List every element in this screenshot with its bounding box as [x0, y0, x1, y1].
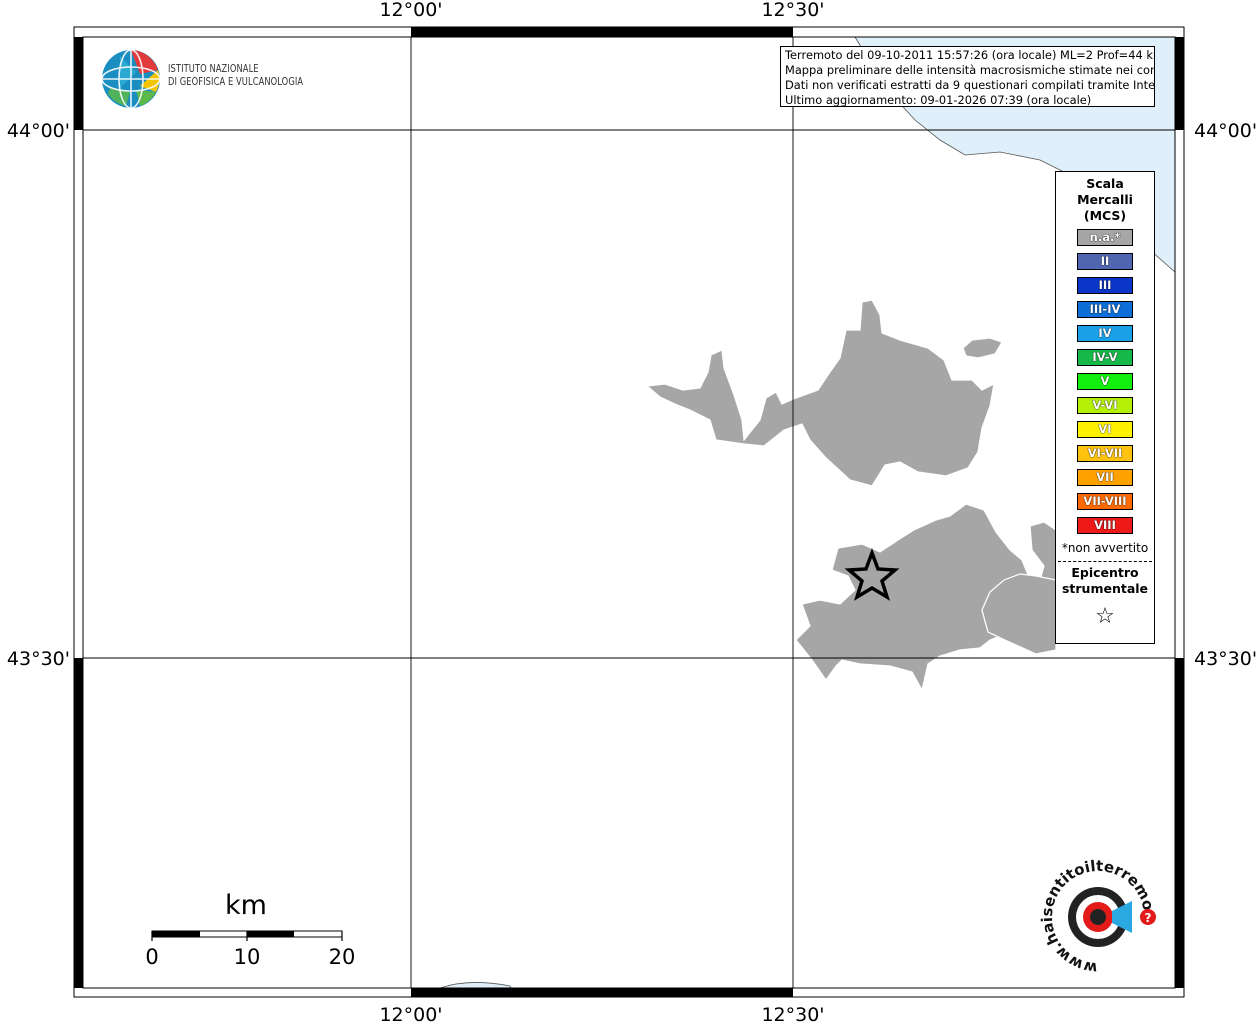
legend-item-iv: IV: [1077, 325, 1133, 342]
legend-item-v: V: [1077, 373, 1133, 390]
legend-item-ii: II: [1077, 253, 1133, 270]
legend-item-v-vi: V-VI: [1077, 397, 1133, 414]
legend-divider: [1058, 561, 1152, 562]
lon-tick-label-top-1: 12°00': [379, 0, 442, 21]
ingv-globe-icon: [101, 49, 161, 109]
ingv-name: ISTITUTO NAZIONALE DI GEOFISICA E VULCAN…: [168, 63, 303, 89]
legend-item-vii: VII: [1077, 469, 1133, 486]
event-info-line-1: Terremoto del 09-10-2011 15:57:26 (ora l…: [785, 48, 1155, 62]
lat-tick-label-left-1: 44°00': [7, 120, 70, 142]
legend-note: *non avvertito: [1061, 541, 1149, 555]
lon-tick-label-top-2: 12°30': [761, 0, 824, 21]
haisentito-logo: www.haisentitoilterremoto.it ?: [1031, 841, 1161, 980]
lon-tick-label-bottom-1: 12°00': [379, 1004, 442, 1024]
legend-epicenter-label: Epicentro strumentale: [1061, 565, 1149, 596]
graticule: [83, 37, 1175, 988]
legend-items: n.a.* II III III-IV IV IV-V V V-VI VI VI-VII VII VI…: [1056, 229, 1154, 534]
event-info-line-3: Dati non verificati estratti da 9 questi…: [785, 78, 1155, 92]
legend-item-na: n.a.*: [1077, 229, 1133, 246]
scale-unit: km: [225, 890, 267, 921]
ingv-logo: ISTITUTO NAZIONALE DI GEOFISICA E VULCAN…: [100, 48, 320, 110]
event-info-line-4: Ultimo aggiornamento: 09-01-2026 07:39 (…: [785, 93, 1092, 107]
mcs-legend: Scala Mercalli (MCS) n.a.* II III III-IV IV I…: [1055, 171, 1155, 644]
scale-bar: km 0 10 20: [145, 890, 355, 969]
map-frame: [73, 26, 1185, 998]
legend-item-iii-iv: III-IV: [1077, 301, 1133, 318]
legend-item-iii: III: [1077, 277, 1133, 294]
legend-star-icon: ☆: [1095, 604, 1115, 629]
scale-tick-20: 20: [329, 945, 356, 969]
ingv-name-line1: ISTITUTO NAZIONALE: [168, 63, 259, 75]
legend-title: Scala Mercalli (MCS): [1077, 176, 1133, 223]
ingv-name-line2: DI GEOFISICA E VULCANOLOGIA: [168, 76, 304, 88]
scale-tick-0: 0: [145, 945, 158, 969]
lat-tick-label-right-2: 43°30': [1194, 648, 1257, 670]
municipality-north: [645, 299, 995, 487]
legend-item-viii: VIII: [1077, 517, 1133, 534]
lat-tick-label-right-1: 44°00': [1194, 120, 1257, 142]
question-icon: ?: [1145, 911, 1152, 925]
legend-item-vi: VI: [1077, 421, 1133, 438]
lon-tick-label-bottom-2: 12°30': [761, 1004, 824, 1024]
legend-item-iv-v: IV-V: [1077, 349, 1133, 366]
scale-tick-10: 10: [234, 945, 261, 969]
legend-item-vii-viii: VII-VIII: [1077, 493, 1133, 510]
municipality-north-small: [962, 337, 1003, 359]
event-info-box: Terremoto del 09-10-2011 15:57:26 (ora l…: [780, 46, 1155, 107]
event-info-line-2: Mappa preliminare delle intensità macros…: [785, 63, 1155, 77]
lat-tick-label-left-2: 43°30': [7, 648, 70, 670]
legend-item-vi-vii: VI-VII: [1077, 445, 1133, 462]
